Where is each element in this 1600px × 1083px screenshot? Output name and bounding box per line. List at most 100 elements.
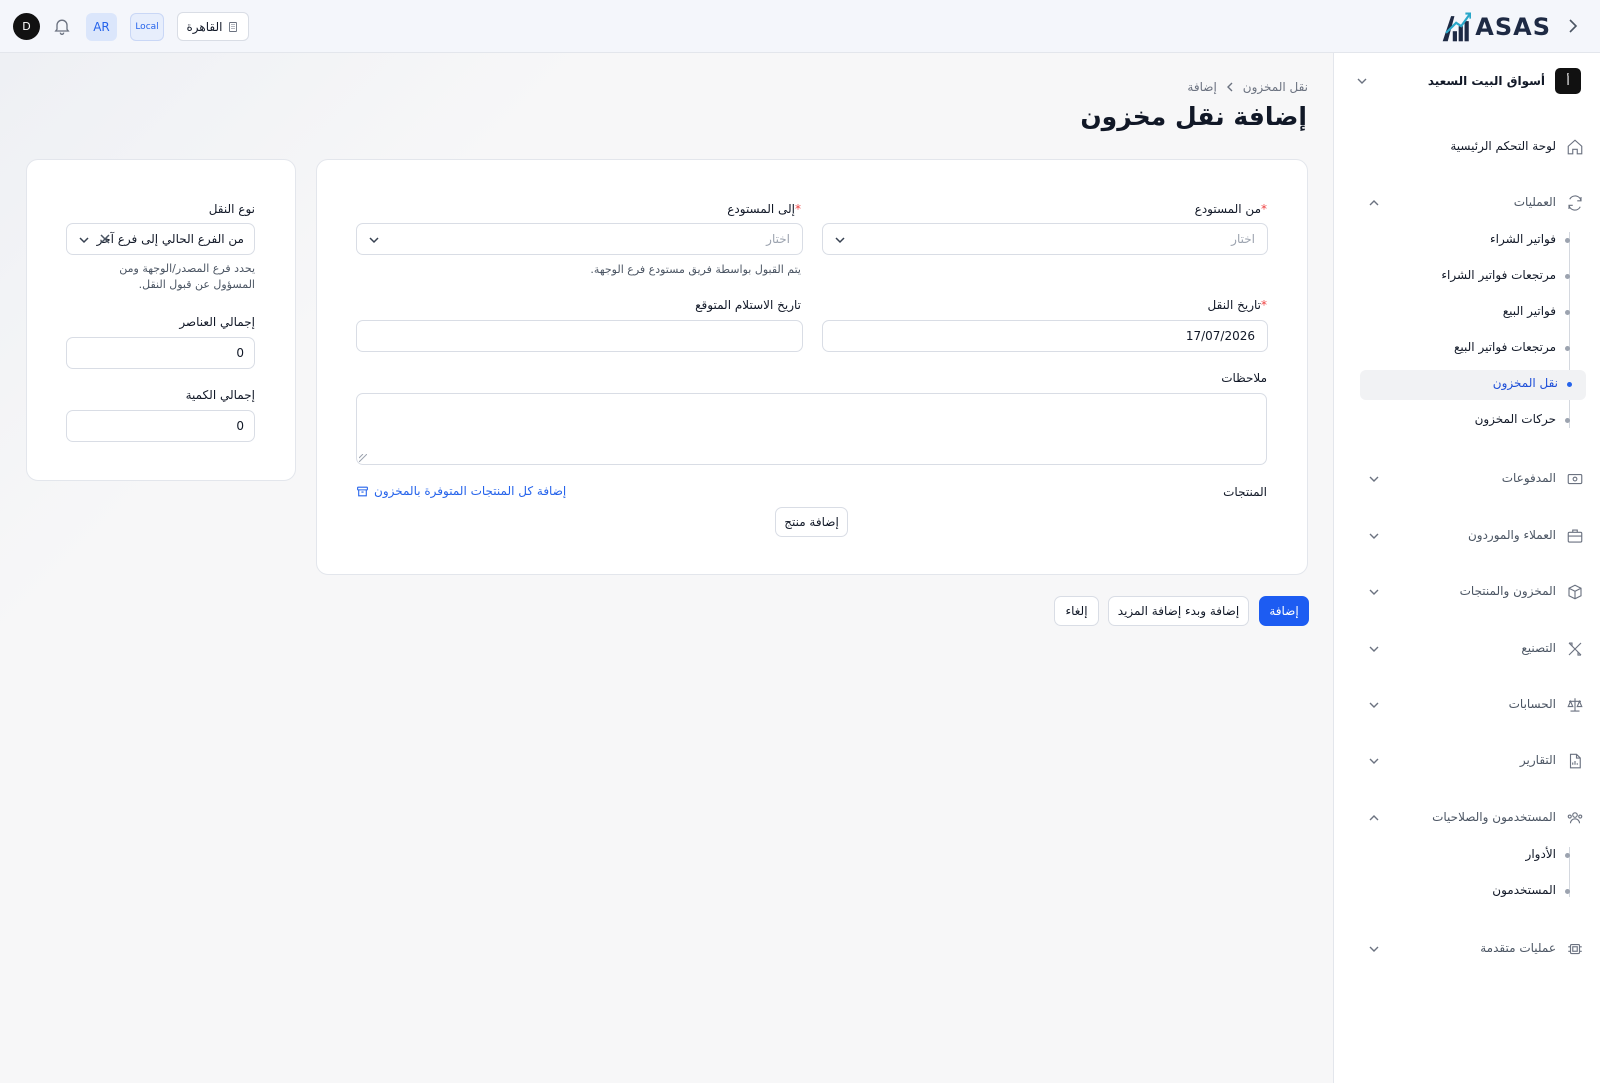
sidebar-item-operations[interactable]: العمليات xyxy=(1360,190,1584,216)
branch-selector[interactable]: القاهرة xyxy=(177,12,249,41)
sidebar-item-dashboard[interactable]: لوحة التحكم الرئيسية xyxy=(1360,134,1584,160)
submit-and-add-more-button[interactable]: إضافة وبدء إضافة المزيد xyxy=(1108,596,1249,626)
sidebar-item-sales-invoices[interactable]: فواتير البيع xyxy=(1360,298,1584,326)
sidebar-item-label: فواتير الشراء xyxy=(1490,232,1556,246)
briefcase-icon xyxy=(1567,529,1583,543)
environment-badge: Local xyxy=(130,13,164,41)
transfer-date-label: *تاريخ النقل xyxy=(1207,298,1267,312)
total-quantity-value: 0 xyxy=(236,419,244,433)
transfer-type-helper-line1: يحدد فرع المصدر/الوجهة ومن xyxy=(119,262,255,275)
to-warehouse-label: *إلى المستودع xyxy=(727,202,801,216)
chevron-up-icon xyxy=(1369,815,1379,821)
expected-date-label: تاريخ الاستلام المتوقع xyxy=(695,298,801,312)
building-icon xyxy=(229,21,238,32)
close-icon[interactable] xyxy=(99,233,111,245)
sidebar-item-customers-suppliers[interactable]: العملاء والموردون xyxy=(1360,523,1584,549)
sidebar-item-label: الأدوار xyxy=(1525,847,1556,861)
total-items-label: إجمالي العناصر xyxy=(179,315,255,329)
chevron-down-icon xyxy=(1369,533,1379,539)
chevron-down-icon xyxy=(79,237,89,244)
language-button[interactable]: AR xyxy=(86,13,117,41)
bullet-icon xyxy=(1565,310,1570,315)
add-all-products-label: إضافة كل المنتجات المتوفرة بالمخزون xyxy=(374,484,567,498)
bullet-icon xyxy=(1565,238,1570,243)
sidebar-item-label: التقارير xyxy=(1519,753,1556,767)
sidebar-item-purchase-returns[interactable]: مرتجعات فواتير الشراء xyxy=(1360,262,1584,290)
add-all-products-link[interactable]: إضافة كل المنتجات المتوفرة بالمخزون xyxy=(356,484,566,498)
sidebar-item-label: مرتجعات فواتير البيع xyxy=(1454,340,1556,354)
notes-label: ملاحظات xyxy=(1221,371,1267,385)
notes-textarea[interactable] xyxy=(356,393,1267,465)
users-icon xyxy=(1567,812,1583,824)
sidebar-item-users[interactable]: المستخدمون xyxy=(1360,877,1584,905)
transfer-type-label: نوع النقل xyxy=(208,202,255,216)
sidebar-item-purchase-invoices[interactable]: فواتير الشراء xyxy=(1360,226,1584,254)
transfer-type-select[interactable]: من الفرع الحالي إلى فرع آخر xyxy=(66,223,255,255)
chevron-down-icon xyxy=(1369,758,1379,764)
chevron-down-icon xyxy=(1369,476,1379,482)
home-icon xyxy=(1567,139,1583,155)
transfer-date-input[interactable]: 17/07/2026 xyxy=(822,320,1268,352)
sidebar-item-label: نقل المخزون xyxy=(1492,376,1558,390)
organization-name: أسواق البيت السعيد xyxy=(1427,74,1545,88)
total-items-value: 0 xyxy=(236,346,244,360)
sidebar-item-advanced[interactable]: عمليات متقدمة xyxy=(1360,936,1584,962)
sidebar-item-reports[interactable]: التقارير xyxy=(1360,748,1584,774)
sidebar-item-label: فواتير البيع xyxy=(1502,304,1556,318)
branch-label: القاهرة xyxy=(186,19,223,34)
breadcrumb-current: إضافة xyxy=(1187,80,1217,94)
logo-text: ASAS xyxy=(1475,13,1551,41)
sidebar-item-roles[interactable]: الأدوار xyxy=(1360,841,1584,869)
chevron-down-icon xyxy=(1357,78,1367,84)
sidebar-item-users-permissions[interactable]: المستخدمون والصلاحيات xyxy=(1360,805,1584,831)
box-icon xyxy=(1568,584,1582,600)
bullet-icon xyxy=(1565,274,1570,279)
money-icon xyxy=(1567,473,1583,485)
logo-mark-icon xyxy=(1442,12,1472,42)
scale-icon xyxy=(1567,698,1583,712)
transfer-type-helper-line2: المسؤول عن قبول النقل. xyxy=(138,278,255,291)
bell-icon[interactable] xyxy=(52,16,72,36)
chevron-right-icon[interactable] xyxy=(1565,17,1581,35)
sidebar-item-manufacturing[interactable]: التصنيع xyxy=(1360,636,1584,662)
sidebar-item-label: المخزون والمنتجات xyxy=(1459,584,1556,598)
resize-grip-icon[interactable] xyxy=(359,454,367,462)
chevron-down-icon xyxy=(1369,646,1379,652)
total-items-input[interactable]: 0 xyxy=(66,337,255,369)
expected-date-input[interactable] xyxy=(356,320,803,352)
from-warehouse-select[interactable]: اختار xyxy=(822,223,1268,255)
submit-button[interactable]: إضافة xyxy=(1259,596,1309,626)
sidebar-item-accounts[interactable]: الحسابات xyxy=(1360,692,1584,718)
sidebar-item-payments[interactable]: المدفوعات xyxy=(1360,466,1584,492)
sidebar-item-inventory-products[interactable]: المخزون والمنتجات xyxy=(1360,579,1584,605)
breadcrumb-parent[interactable]: نقل المخزون xyxy=(1243,80,1308,94)
sidebar-item-stock-movements[interactable]: حركات المخزون xyxy=(1360,406,1584,434)
organization-switcher[interactable]: أ أسواق البيت السعيد xyxy=(1356,68,1581,98)
from-warehouse-label: *من المستودع xyxy=(1194,202,1267,216)
refresh-icon xyxy=(1568,195,1582,211)
chevron-down-icon xyxy=(1369,702,1379,708)
bullet-icon xyxy=(1565,346,1570,351)
total-quantity-input[interactable]: 0 xyxy=(66,410,255,442)
sidebar-item-sales-returns[interactable]: مرتجعات فواتير البيع xyxy=(1360,334,1584,362)
bullet-icon xyxy=(1565,889,1570,894)
organization-logo: أ xyxy=(1555,68,1581,94)
chevron-down-icon xyxy=(1369,946,1379,952)
cancel-button[interactable]: إلغاء xyxy=(1054,596,1099,626)
tools-icon xyxy=(1568,642,1582,656)
transfer-date-value: 17/07/2026 xyxy=(1185,329,1255,343)
add-product-button[interactable]: إضافة منتج xyxy=(775,507,848,537)
page-title: إضافة نقل مخزون xyxy=(1080,102,1307,131)
to-warehouse-select[interactable]: اختار xyxy=(356,223,803,255)
sidebar-item-label: التصنيع xyxy=(1521,641,1556,655)
sidebar-item-label: عمليات متقدمة xyxy=(1480,941,1556,955)
user-avatar[interactable]: D xyxy=(13,13,40,40)
sidebar-item-stock-transfer[interactable]: نقل المخزون xyxy=(1360,370,1586,400)
to-warehouse-placeholder: اختار xyxy=(766,232,790,246)
sidebar-item-label: مرتجعات فواتير الشراء xyxy=(1441,268,1556,282)
chip-icon xyxy=(1568,943,1582,955)
report-icon xyxy=(1569,753,1581,769)
chevron-left-icon xyxy=(1226,82,1233,92)
sidebar-item-label: المستخدمون والصلاحيات xyxy=(1432,810,1556,824)
breadcrumb: نقل المخزون إضافة xyxy=(1187,80,1308,94)
